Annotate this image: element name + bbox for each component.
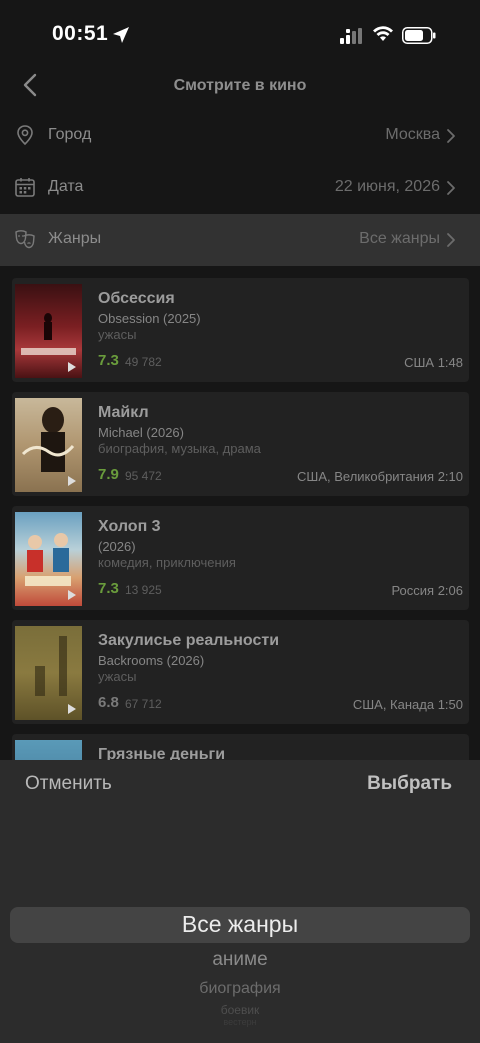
movie-votes: 13 925 <box>125 583 162 597</box>
filter-value-city: Москва <box>385 126 440 143</box>
movie-list[interactable]: Обсессия Obsession (2025) ужасы 7.3 49 7… <box>12 278 469 760</box>
filter-label-genres: Жанры <box>48 230 102 247</box>
play-icon <box>68 704 76 714</box>
picker-item[interactable]: аниме <box>0 949 480 971</box>
picker-item[interactable]: вестерн <box>0 1017 480 1027</box>
movie-poster <box>15 284 82 378</box>
filter-value-genres: Все жанры <box>359 230 440 247</box>
movie-genres: ужасы <box>98 327 137 342</box>
page-title: Смотрите в кино <box>173 77 307 94</box>
status-bar: 00:51 <box>0 0 480 70</box>
picker-item-selected[interactable]: Все жанры <box>0 911 480 938</box>
status-time: 00:51 <box>52 22 109 45</box>
play-icon <box>68 590 76 600</box>
movie-original-title: Backrooms (2026) <box>98 653 205 668</box>
genre-picker-sheet: Отменить Выбрать Все жанры аниме биограф… <box>0 760 480 1043</box>
movie-rating: 7.3 <box>98 580 119 597</box>
nav-bar: Смотрите в кино <box>0 64 480 110</box>
movie-meta: США, Великобритания 2:10 <box>297 469 463 484</box>
movie-card[interactable]: Обсессия Obsession (2025) ужасы 7.3 49 7… <box>12 278 469 382</box>
movie-card[interactable]: Холоп 3 (2026) комедия, приключения 7.3 … <box>12 506 469 610</box>
chevron-right-icon <box>447 181 455 195</box>
play-icon <box>68 476 76 486</box>
movie-genres: комедия, приключения <box>98 555 236 570</box>
map-pin-icon <box>17 125 33 146</box>
movie-genres: ужасы <box>98 669 137 684</box>
movie-card[interactable]: Майкл Michael (2026) биография, музыка, … <box>12 392 469 496</box>
wifi-icon <box>373 26 393 41</box>
filter-label-date: Дата <box>48 178 84 195</box>
filter-row-date[interactable]: Дата 22 июня, 2026 <box>0 162 480 214</box>
movie-rating: 7.3 <box>98 352 119 369</box>
movie-original-title: Obsession (2025) <box>98 311 201 326</box>
movie-meta: США, Канада 1:50 <box>352 697 463 712</box>
theater-masks-icon <box>15 230 35 249</box>
movie-votes: 95 472 <box>125 469 162 483</box>
picker-item[interactable]: биография <box>0 980 480 998</box>
movie-title: Холоп 3 <box>98 518 161 535</box>
chevron-right-icon <box>447 129 455 143</box>
filter-row-city[interactable]: Город Москва <box>0 110 480 162</box>
movie-meta: Россия 2:06 <box>391 583 463 598</box>
chevron-right-icon <box>447 233 455 247</box>
filter-row-genres[interactable]: Жанры Все жанры <box>0 214 480 266</box>
movie-card[interactable]: Закулисье реальности Backrooms (2026) уж… <box>12 620 469 724</box>
movie-genres: биография, музыка, драма <box>98 441 261 456</box>
movie-poster <box>15 398 82 492</box>
movie-title: Закулисье реальности <box>98 632 280 649</box>
movie-rating: 7.9 <box>98 466 119 483</box>
movie-original-title: (2026) <box>98 539 136 554</box>
movie-poster <box>15 740 82 760</box>
movie-poster <box>15 512 82 606</box>
movie-meta: США 1:48 <box>404 355 463 370</box>
movie-original-title: Michael (2026) <box>98 425 184 440</box>
movie-rating: 6.8 <box>98 694 119 711</box>
battery-icon <box>402 27 436 44</box>
movie-votes: 49 782 <box>125 355 162 369</box>
picker-item[interactable]: боевик <box>0 1003 480 1017</box>
movie-votes: 67 712 <box>125 697 162 711</box>
cellular-signal-icon <box>340 28 362 44</box>
filter-label-city: Город <box>48 126 92 143</box>
movie-title: Майкл <box>98 404 149 421</box>
movie-card[interactable]: Грязные деньги <box>12 734 469 760</box>
location-arrow-icon <box>113 27 129 43</box>
calendar-icon <box>15 178 35 197</box>
movie-title: Грязные деньги <box>98 746 226 760</box>
movie-title: Обсессия <box>98 290 175 307</box>
cancel-button[interactable]: Отменить <box>25 773 112 795</box>
select-button[interactable]: Выбрать <box>367 773 452 795</box>
play-icon <box>68 362 76 372</box>
filter-value-date: 22 июня, 2026 <box>334 178 440 195</box>
movie-poster <box>15 626 82 720</box>
